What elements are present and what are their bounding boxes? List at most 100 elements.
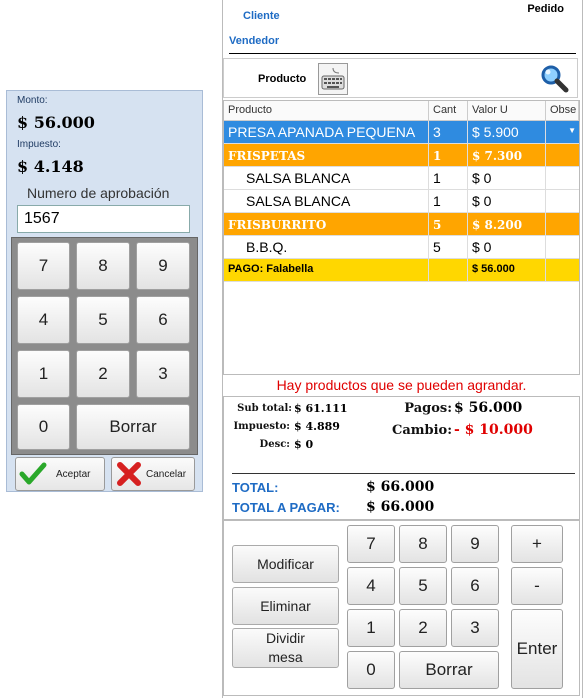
- totals-panel: Sub total: $ 61.111 Impuesto: $ 4.889 De…: [223, 396, 580, 520]
- eliminar-button[interactable]: Eliminar: [232, 587, 339, 625]
- cell-valor: $ 5.900: [468, 121, 546, 143]
- accept-label: Aceptar: [56, 468, 91, 480]
- cambio-label: Cambio:: [391, 423, 452, 438]
- payment-panel: Monto: $ 56.000 Impuesto: $ 4.148 Numero…: [6, 90, 203, 492]
- cell-cant: 3: [429, 121, 468, 143]
- dropdown-arrow-icon[interactable]: ▼: [568, 126, 576, 135]
- monto-value: $ 56.000: [17, 113, 95, 132]
- column-header-producto[interactable]: Producto: [224, 101, 429, 121]
- pad-borrar-button[interactable]: Borrar: [399, 651, 499, 689]
- key-2[interactable]: 2: [76, 350, 130, 398]
- total-a-pagar-label: TOTAL A PAGAR:: [232, 500, 340, 515]
- cell-valor: $ 0: [468, 236, 546, 258]
- subtotal-label: Sub total:: [237, 403, 292, 414]
- product-label: Producto: [258, 73, 307, 85]
- column-header-valor[interactable]: Valor U: [468, 101, 546, 121]
- table-row[interactable]: B.B.Q. 5 $ 0: [224, 236, 579, 259]
- cell-producto: SALSA BLANCA: [224, 167, 429, 189]
- minus-button[interactable]: -: [511, 567, 563, 605]
- cliente-link[interactable]: Cliente: [243, 10, 280, 22]
- delete-button[interactable]: Borrar: [76, 404, 190, 450]
- enter-button[interactable]: Enter: [511, 609, 563, 689]
- cell-cant: [429, 259, 468, 281]
- key-6[interactable]: 6: [136, 296, 190, 344]
- cell-valor: $ 56.000: [468, 259, 546, 281]
- impuesto-value: $ 4.148: [17, 157, 84, 176]
- cell-valor: $ 8.200: [468, 213, 546, 235]
- checkmark-icon: [16, 461, 50, 487]
- key-3[interactable]: 3: [136, 350, 190, 398]
- pad-key-2[interactable]: 2: [399, 609, 447, 647]
- plus-button[interactable]: +: [511, 525, 563, 563]
- desc-value: $ 0: [294, 438, 314, 451]
- pad-key-1[interactable]: 1: [347, 609, 395, 647]
- totals-divider: [232, 473, 575, 474]
- cell-cant: 1: [429, 190, 468, 212]
- table-row[interactable]: FRISBURRITO 5 $ 8.200: [224, 213, 579, 236]
- cell-obse: [546, 236, 579, 258]
- cell-obse: [546, 259, 579, 281]
- total-a-pagar-value: $ 66.000: [366, 499, 435, 515]
- search-icon[interactable]: [539, 63, 569, 93]
- pad-key-9[interactable]: 9: [451, 525, 499, 563]
- accept-button[interactable]: Aceptar: [15, 457, 105, 491]
- pad-key-8[interactable]: 8: [399, 525, 447, 563]
- table-row[interactable]: PRESA APANADA PEQUENA 3 $ 5.900 ▼: [224, 121, 579, 144]
- key-8[interactable]: 8: [76, 242, 130, 290]
- table-row[interactable]: FRISPETAS 1 $ 7.300: [224, 144, 579, 167]
- red-x-icon: [112, 460, 146, 488]
- pad-key-4[interactable]: 4: [347, 567, 395, 605]
- cell-obse: [546, 167, 579, 189]
- total-label: TOTAL:: [232, 480, 279, 495]
- vendedor-link[interactable]: Vendedor: [229, 35, 279, 47]
- dividir-mesa-button[interactable]: Dividir mesa: [232, 628, 339, 668]
- table-row[interactable]: SALSA BLANCA 1 $ 0: [224, 167, 579, 190]
- order-panel: Cliente Pedido Vendedor Producto Product…: [222, 0, 583, 698]
- cell-producto: PRESA APANADA PEQUENA: [224, 121, 429, 143]
- table-row[interactable]: PAGO: Falabella $ 56.000: [224, 259, 579, 282]
- key-4[interactable]: 4: [17, 296, 70, 344]
- column-header-obse[interactable]: Obse: [546, 101, 579, 121]
- modificar-button[interactable]: Modificar: [232, 545, 339, 583]
- cell-obse: [546, 213, 579, 235]
- key-7[interactable]: 7: [17, 242, 70, 290]
- pad-key-5[interactable]: 5: [399, 567, 447, 605]
- cell-producto: SALSA BLANCA: [224, 190, 429, 212]
- desc-label: Desc:: [259, 439, 290, 450]
- key-1[interactable]: 1: [17, 350, 70, 398]
- monto-label: Monto:: [17, 95, 48, 106]
- pad-key-0[interactable]: 0: [347, 651, 395, 689]
- cell-producto: PAGO: Falabella: [224, 259, 429, 281]
- pad-key-7[interactable]: 7: [347, 525, 395, 563]
- key-5[interactable]: 5: [76, 296, 130, 344]
- order-keypad: Modificar Eliminar Dividir mesa 7 8 9 4 …: [223, 520, 580, 696]
- cell-valor: $ 0: [468, 190, 546, 212]
- cell-valor: $ 7.300: [468, 144, 546, 166]
- keyboard-icon[interactable]: [318, 63, 348, 95]
- cancel-label: Cancelar: [146, 468, 187, 480]
- subtotal-value: $ 61.111: [294, 402, 348, 415]
- product-search-bar: Producto: [223, 58, 578, 98]
- pad-key-6[interactable]: 6: [451, 567, 499, 605]
- table-row[interactable]: SALSA BLANCA 1 $ 0: [224, 190, 579, 213]
- cell-producto: FRISBURRITO: [224, 213, 429, 235]
- key-0[interactable]: 0: [17, 404, 70, 450]
- cell-cant: 1: [429, 144, 468, 166]
- pagos-label: Pagos:: [404, 401, 452, 416]
- key-9[interactable]: 9: [136, 242, 190, 290]
- header-divider: [229, 53, 576, 54]
- upsize-warning: Hay productos que se pueden agrandar.: [276, 377, 527, 393]
- pedido-label: Pedido: [527, 3, 564, 15]
- cambio-value: - $ 10.000: [454, 422, 533, 438]
- cancel-button[interactable]: Cancelar: [111, 457, 195, 491]
- cell-obse: [546, 144, 579, 166]
- pad-key-3[interactable]: 3: [451, 609, 499, 647]
- impuesto-total-label: Impuesto:: [233, 421, 291, 432]
- cell-producto: B.B.Q.: [224, 236, 429, 258]
- cell-obse: [546, 190, 579, 212]
- cell-cant: 5: [429, 236, 468, 258]
- approval-number-input[interactable]: [17, 205, 190, 233]
- payment-keypad: 7 8 9 4 5 6 1 2 3 0 Borrar: [11, 237, 198, 455]
- column-header-cant[interactable]: Cant: [429, 101, 468, 121]
- cell-obse[interactable]: ▼: [546, 121, 579, 143]
